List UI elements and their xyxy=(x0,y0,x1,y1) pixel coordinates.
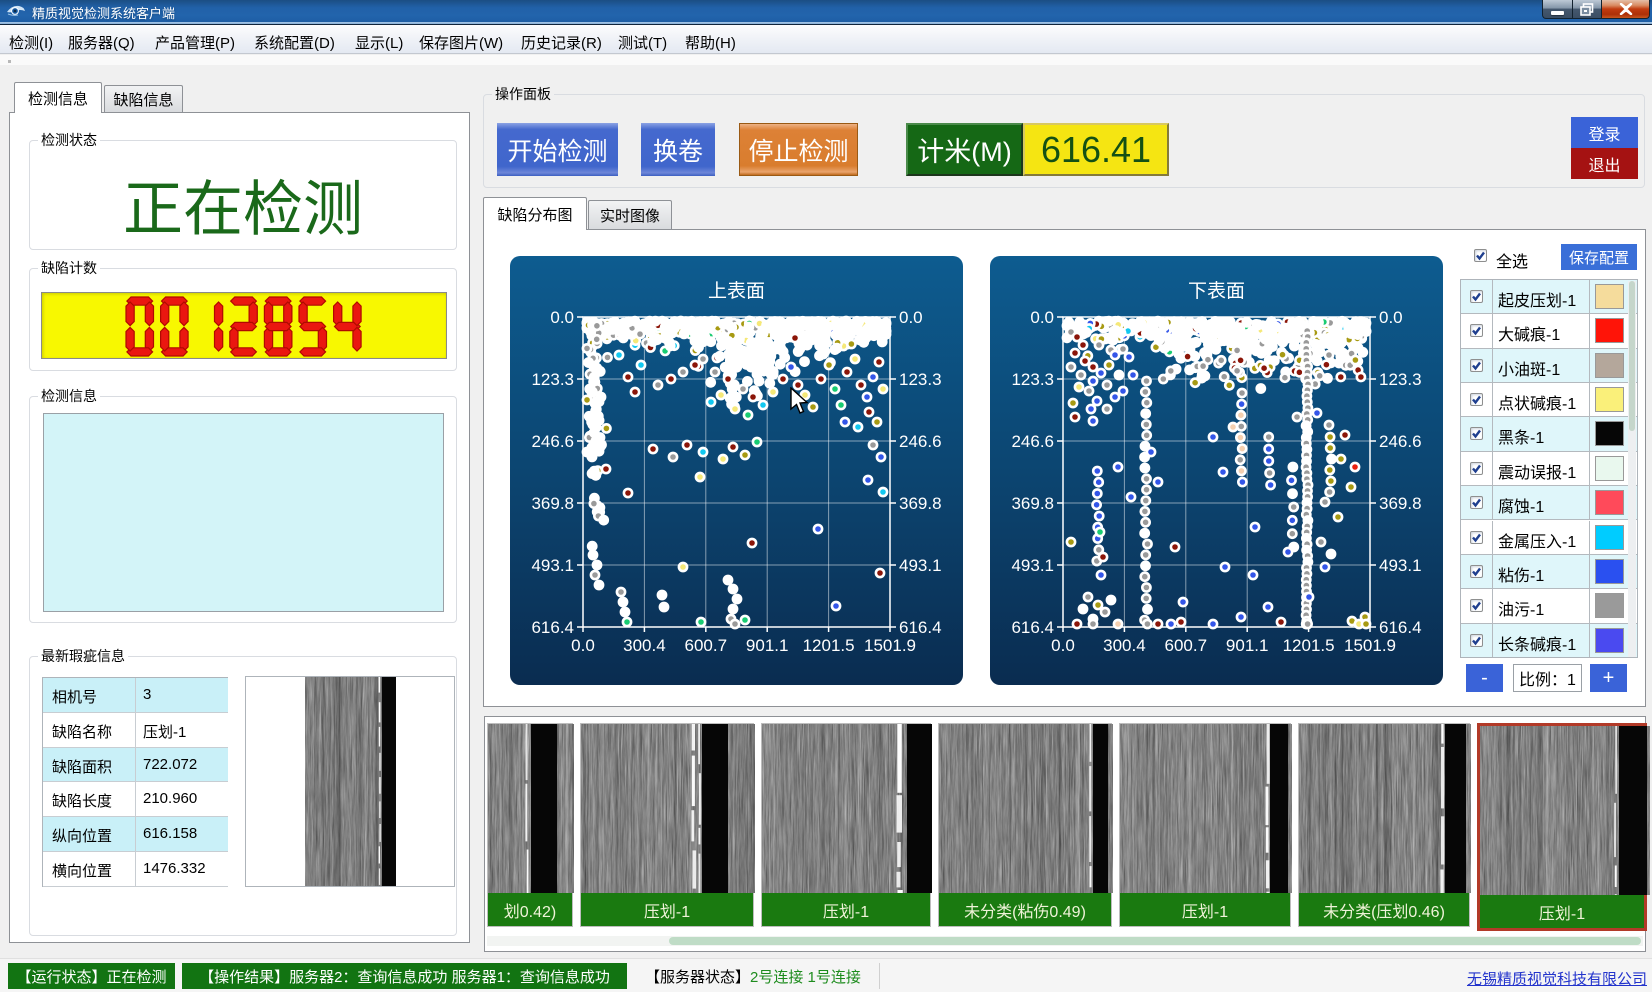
svg-text:0.0: 0.0 xyxy=(899,308,923,327)
svg-text:300.4: 300.4 xyxy=(623,636,666,655)
svg-text:246.6: 246.6 xyxy=(1011,432,1054,451)
svg-text:246.6: 246.6 xyxy=(1379,432,1422,451)
svg-text:0.0: 0.0 xyxy=(1379,308,1403,327)
svg-text:493.1: 493.1 xyxy=(899,556,942,575)
svg-text:493.1: 493.1 xyxy=(531,556,574,575)
svg-text:1501.9: 1501.9 xyxy=(1344,636,1396,655)
svg-text:246.6: 246.6 xyxy=(899,432,942,451)
svg-text:493.1: 493.1 xyxy=(1011,556,1054,575)
svg-text:1201.5: 1201.5 xyxy=(1283,636,1335,655)
svg-text:上表面: 上表面 xyxy=(708,280,765,302)
svg-text:616.4: 616.4 xyxy=(531,618,574,637)
svg-text:493.1: 493.1 xyxy=(1379,556,1422,575)
svg-text:901.1: 901.1 xyxy=(746,636,789,655)
svg-text:600.7: 600.7 xyxy=(1165,636,1208,655)
svg-text:0.0: 0.0 xyxy=(1051,636,1075,655)
svg-text:下表面: 下表面 xyxy=(1188,280,1245,302)
svg-text:901.1: 901.1 xyxy=(1226,636,1269,655)
svg-text:369.8: 369.8 xyxy=(1011,494,1054,513)
svg-text:246.6: 246.6 xyxy=(531,432,574,451)
svg-text:616.4: 616.4 xyxy=(1011,618,1054,637)
svg-text:123.3: 123.3 xyxy=(899,370,942,389)
svg-text:616.4: 616.4 xyxy=(1379,618,1422,637)
svg-text:369.8: 369.8 xyxy=(899,494,942,513)
svg-text:123.3: 123.3 xyxy=(1011,370,1054,389)
svg-text:1201.5: 1201.5 xyxy=(803,636,855,655)
svg-text:123.3: 123.3 xyxy=(531,370,574,389)
svg-text:123.3: 123.3 xyxy=(1379,370,1422,389)
svg-text:369.8: 369.8 xyxy=(1379,494,1422,513)
svg-text:369.8: 369.8 xyxy=(531,494,574,513)
svg-text:1501.9: 1501.9 xyxy=(864,636,916,655)
svg-text:0.0: 0.0 xyxy=(1030,308,1054,327)
svg-text:300.4: 300.4 xyxy=(1103,636,1146,655)
svg-text:616.4: 616.4 xyxy=(899,618,942,637)
svg-text:0.0: 0.0 xyxy=(571,636,595,655)
svg-text:600.7: 600.7 xyxy=(685,636,728,655)
svg-text:0.0: 0.0 xyxy=(550,308,574,327)
